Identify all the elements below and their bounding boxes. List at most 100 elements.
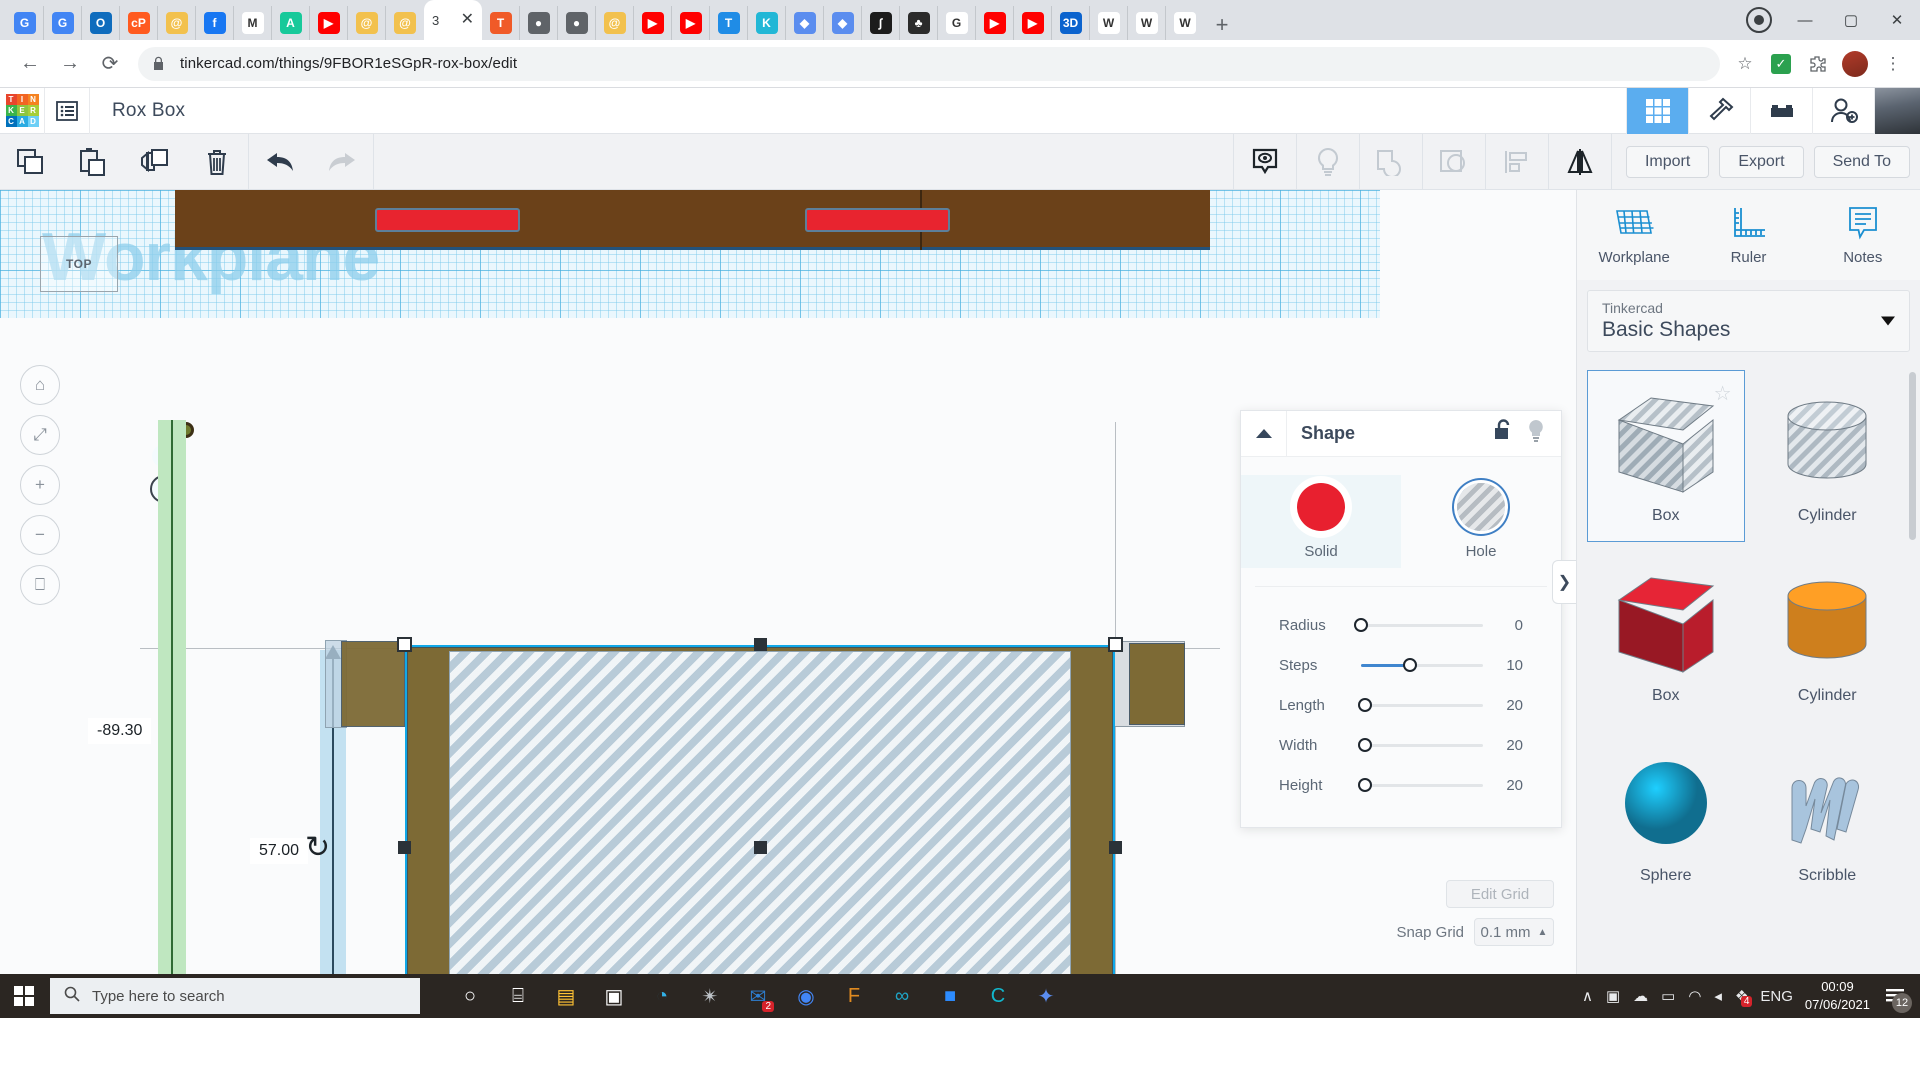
task-view-icon[interactable]: ⌸	[494, 974, 542, 1018]
slider-track-steps[interactable]	[1361, 658, 1483, 672]
facebook-tab[interactable]: f	[196, 6, 234, 40]
group-icon[interactable]	[1360, 134, 1422, 190]
unlocked-padlock-icon[interactable]	[1493, 419, 1513, 448]
coursera-tab[interactable]: cP	[120, 6, 158, 40]
workplane-tool[interactable]: Workplane	[1577, 190, 1691, 280]
redo-arrow-icon[interactable]	[311, 134, 373, 190]
user-avatar[interactable]	[1874, 88, 1920, 134]
chrome-icon[interactable]: ◉	[782, 974, 830, 1018]
show-hide-eye-icon[interactable]	[1234, 134, 1296, 190]
profile-tab-4[interactable]: @	[596, 6, 634, 40]
minimize-button[interactable]: —	[1782, 0, 1828, 40]
roof-red-slot-2[interactable]	[805, 208, 950, 232]
taskbar-search-box[interactable]: Type here to search	[50, 978, 420, 1014]
volume-icon[interactable]: ◂	[1714, 987, 1722, 1005]
shape-sphere-blue[interactable]: Sphere	[1587, 730, 1745, 902]
slider-height[interactable]: Height20	[1279, 765, 1523, 805]
wifi-icon[interactable]: ◠	[1688, 987, 1701, 1005]
language-indicator[interactable]: ENG	[1760, 988, 1793, 1005]
youtube-tab-2[interactable]: ▶	[634, 6, 672, 40]
ungroup-icon[interactable]	[1423, 134, 1485, 190]
slider-knob-width[interactable]	[1358, 738, 1372, 752]
undo-arrow-icon[interactable]	[249, 134, 311, 190]
new-tab-button[interactable]: +	[1204, 10, 1240, 40]
slider-track-width[interactable]	[1361, 738, 1483, 752]
profile-tab-2[interactable]: @	[348, 6, 386, 40]
outlook-tab[interactable]: O	[82, 6, 120, 40]
google-translate-tab[interactable]: G	[6, 6, 44, 40]
slider-value-width[interactable]: 20	[1493, 737, 1523, 754]
chrome-profile-avatar[interactable]	[1842, 51, 1868, 77]
show-hidden-icons[interactable]: ∧	[1582, 987, 1593, 1005]
notes-tool[interactable]: Notes	[1806, 190, 1920, 280]
3d-canvas[interactable]: Workplane TOP × ⌂⤢+−⎕ -89.30 57.00	[0, 190, 1576, 974]
slider-width[interactable]: Width20	[1279, 725, 1523, 765]
view-cube-top[interactable]: TOP	[40, 236, 118, 292]
collapse-triangle-icon[interactable]	[1241, 411, 1287, 457]
align-icon[interactable]	[1486, 134, 1548, 190]
move-handle-center[interactable]	[754, 841, 767, 854]
roof-red-slot-1[interactable]	[375, 208, 520, 232]
trash-icon[interactable]	[186, 134, 248, 190]
forward-button[interactable]: →	[50, 44, 90, 84]
shape-grid-scrollbar[interactable]	[1909, 372, 1916, 540]
address-bar[interactable]: tinkercad.com/things/9FBOR1eSGpR-rox-box…	[138, 47, 1720, 81]
shape-box-red[interactable]: Box	[1587, 550, 1745, 722]
home-view-icon[interactable]: ⌂	[20, 365, 60, 405]
clock[interactable]: 00:09 07/06/2021	[1805, 978, 1870, 1013]
slider-knob-height[interactable]	[1358, 778, 1372, 792]
export-button[interactable]: Export	[1719, 146, 1803, 178]
youtube-tab[interactable]: ▶	[310, 6, 348, 40]
globe-tab-2[interactable]: ●	[558, 6, 596, 40]
maximize-button[interactable]: ▢	[1828, 0, 1874, 40]
add-person-icon[interactable]	[1812, 88, 1874, 134]
slider-knob-steps[interactable]	[1403, 658, 1417, 672]
youtube-tab-5[interactable]: ▶	[1014, 6, 1052, 40]
microsoft-store-icon[interactable]: ▣	[590, 974, 638, 1018]
google-translate-tab-2[interactable]: G	[44, 6, 82, 40]
snap-grid-select[interactable]: 0.1 mm ▲	[1474, 918, 1554, 946]
wikipedia-tab[interactable]: W	[1090, 6, 1128, 40]
mail-icon[interactable]: ✉2	[734, 974, 782, 1018]
caret-down-icon[interactable]	[1881, 317, 1895, 326]
action-center-icon[interactable]: 12	[1882, 983, 1908, 1009]
close-tab-icon[interactable]: ✕	[461, 12, 474, 28]
slider-knob-radius[interactable]	[1354, 618, 1368, 632]
design-grid-icon[interactable]	[1626, 88, 1688, 134]
dimension-left-offset[interactable]: -89.30	[88, 718, 151, 744]
inkscape-icon[interactable]: ✴	[686, 974, 734, 1018]
prusa-icon[interactable]: ✦	[1022, 974, 1070, 1018]
youtube-tab-3[interactable]: ▶	[672, 6, 710, 40]
edge-icon[interactable]: ◔	[638, 974, 686, 1018]
ortho-perspective-icon[interactable]: ⎕	[20, 565, 60, 605]
paste-icon[interactable]	[62, 134, 124, 190]
youtube-tab-4[interactable]: ▶	[976, 6, 1014, 40]
tinkercad-tab[interactable]: T	[482, 6, 520, 40]
resize-handle-right[interactable]	[1109, 841, 1122, 854]
windows-start-icon[interactable]	[0, 974, 48, 1018]
extension-puzzle-icon[interactable]	[1800, 47, 1834, 81]
fit-view-icon[interactable]: ⤢	[20, 415, 60, 455]
scene-object-roof[interactable]	[175, 190, 1210, 250]
mirror-flip-icon[interactable]	[1549, 134, 1611, 190]
profile-tab[interactable]: @	[158, 6, 196, 40]
resize-handle-top[interactable]	[754, 638, 767, 651]
profile-tab-3[interactable]: @	[386, 6, 424, 40]
3d-tab[interactable]: 3D	[1052, 6, 1090, 40]
google-tab[interactable]: G	[938, 6, 976, 40]
slider-track-height[interactable]	[1361, 778, 1483, 792]
zoom-in-icon[interactable]: +	[20, 465, 60, 505]
shape-cylinder-orange[interactable]: Cylinder	[1749, 550, 1907, 722]
tinkercad-icon[interactable]: ∞	[878, 974, 926, 1018]
globe-tab[interactable]: ●	[520, 6, 558, 40]
zoom-icon[interactable]: ■	[926, 974, 974, 1018]
reload-button[interactable]: ⟳	[90, 44, 130, 84]
slider-value-length[interactable]: 20	[1493, 697, 1523, 714]
lightbulb-icon[interactable]	[1297, 134, 1359, 190]
dimension-height[interactable]: 57.00	[250, 838, 308, 864]
hole-mode-button[interactable]: Hole	[1401, 475, 1561, 568]
resize-handle-tr[interactable]	[1108, 637, 1123, 652]
selected-shape-box[interactable]: ↻	[405, 645, 1115, 974]
battery-charging-icon[interactable]: ▭	[1661, 987, 1675, 1005]
m-tab[interactable]: M	[234, 6, 272, 40]
